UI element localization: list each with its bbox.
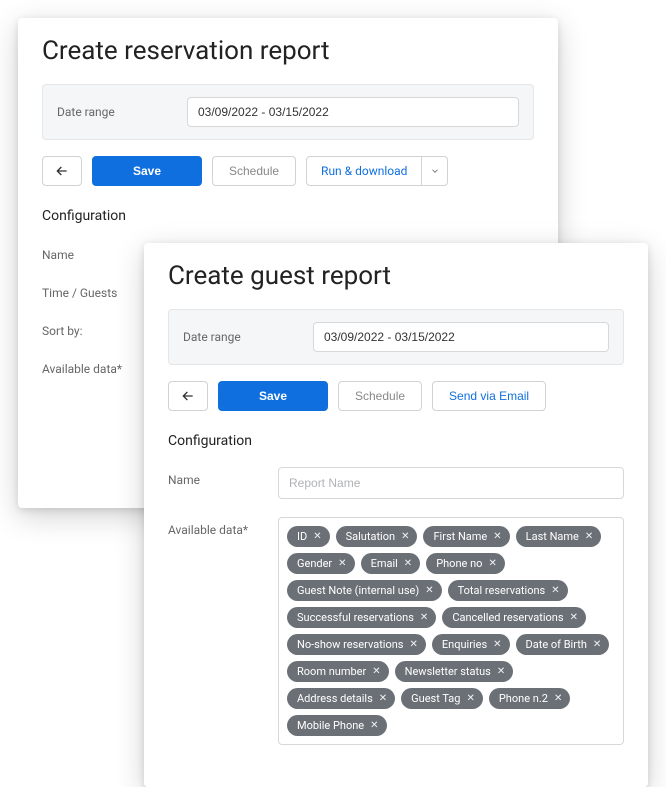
date-range-row: Date range [42,84,534,140]
data-chip[interactable]: Room number ✕ [287,661,389,682]
data-chip[interactable]: Guest Tag ✕ [401,688,483,709]
date-range-input[interactable] [187,97,519,127]
date-range-label: Date range [57,105,147,119]
back-button[interactable] [168,381,208,411]
chip-label: Mobile Phone [297,719,364,732]
page-title: Create guest report [168,261,624,291]
guest-report-panel: Create guest report Date range Save Sche… [144,243,648,787]
chip-label: Salutation [346,530,395,543]
chip-label: Phone no [436,557,482,570]
action-button-row: Save Schedule Run & download [42,156,534,186]
close-icon[interactable]: ✕ [493,639,501,650]
data-chip[interactable]: Guest Note (internal use) ✕ [287,580,442,601]
data-chip[interactable]: Total reservations ✕ [448,580,568,601]
time-guests-label: Time / Guests [42,280,132,300]
data-chip[interactable]: Salutation ✕ [336,526,418,547]
name-label: Name [168,467,258,487]
data-chip[interactable]: Address details ✕ [287,688,395,709]
send-email-button[interactable]: Send via Email [432,381,546,411]
date-range-row: Date range [168,309,624,365]
chip-label: Address details [297,692,373,705]
data-chip[interactable]: ID ✕ [287,526,330,547]
chip-label: Enquiries [442,638,487,651]
run-download-dropdown[interactable] [421,157,447,185]
chip-label: Room number [297,665,366,678]
close-icon[interactable]: ✕ [410,639,418,650]
back-button[interactable] [42,156,82,186]
run-download-split-button: Run & download [306,156,448,186]
data-chip[interactable]: Enquiries ✕ [432,634,510,655]
close-icon[interactable]: ✕ [554,693,562,704]
close-icon[interactable]: ✕ [338,558,346,569]
report-name-input[interactable] [278,467,624,499]
chip-label: Phone n.2 [499,692,548,705]
chip-label: Last Name [526,530,579,543]
date-range-label: Date range [183,330,273,344]
close-icon[interactable]: ✕ [420,612,428,623]
close-icon[interactable]: ✕ [570,612,578,623]
close-icon[interactable]: ✕ [372,666,380,677]
schedule-button[interactable]: Schedule [212,156,296,186]
close-icon[interactable]: ✕ [401,531,409,542]
close-icon[interactable]: ✕ [493,531,501,542]
page-title: Create reservation report [42,36,534,66]
chip-label: First Name [433,530,487,543]
close-icon[interactable]: ✕ [497,666,505,677]
close-icon[interactable]: ✕ [370,720,378,731]
arrow-left-icon [180,388,196,404]
close-icon[interactable]: ✕ [404,558,412,569]
data-chip[interactable]: No-show reservations ✕ [287,634,426,655]
configuration-heading: Configuration [42,208,534,224]
sort-by-label: Sort by: [42,318,132,338]
chip-label: Gender [297,557,332,570]
chip-label: Date of Birth [526,638,587,651]
close-icon[interactable]: ✕ [313,531,321,542]
available-data-label: Available data* [42,356,132,376]
chip-label: ID [297,530,307,543]
available-data-row: Available data* ID✕Salutation✕First Name… [168,517,624,745]
date-range-input[interactable] [313,322,609,352]
chip-label: No-show reservations [297,638,404,651]
arrow-left-icon [54,163,70,179]
configuration-heading: Configuration [168,433,624,449]
save-button[interactable]: Save [92,156,202,186]
chip-label: Successful reservations [297,611,414,624]
chip-label: Guest Tag [411,692,460,705]
chip-label: Guest Note (internal use) [297,584,419,597]
chip-label: Total reservations [458,584,546,597]
available-data-chips[interactable]: ID✕Salutation✕First Name✕Last Name✕Gende… [278,517,624,745]
data-chip[interactable]: Email ✕ [361,553,421,574]
data-chip[interactable]: Gender ✕ [287,553,355,574]
data-chip[interactable]: Date of Birth ✕ [516,634,610,655]
close-icon[interactable]: ✕ [585,531,593,542]
name-row: Name [168,467,624,499]
data-chip[interactable]: Phone n.2 ✕ [489,688,570,709]
data-chip[interactable]: Successful reservations ✕ [287,607,436,628]
close-icon[interactable]: ✕ [425,585,433,596]
action-button-row: Save Schedule Send via Email [168,381,624,411]
close-icon[interactable]: ✕ [466,693,474,704]
name-label: Name [42,242,132,262]
close-icon[interactable]: ✕ [593,639,601,650]
close-icon[interactable]: ✕ [379,693,387,704]
save-button[interactable]: Save [218,381,328,411]
data-chip[interactable]: Newsletter status ✕ [395,661,514,682]
run-download-button[interactable]: Run & download [307,157,421,185]
data-chip[interactable]: Phone no ✕ [426,553,505,574]
data-chip[interactable]: Last Name ✕ [516,526,602,547]
available-data-label: Available data* [168,517,258,537]
data-chip[interactable]: Mobile Phone ✕ [287,715,387,736]
data-chip[interactable]: First Name ✕ [423,526,509,547]
chip-label: Email [371,557,398,570]
chip-label: Cancelled reservations [452,611,563,624]
chip-label: Newsletter status [405,665,491,678]
data-chip[interactable]: Cancelled reservations ✕ [442,607,586,628]
schedule-button[interactable]: Schedule [338,381,422,411]
chevron-down-icon [430,166,440,176]
close-icon[interactable]: ✕ [551,585,559,596]
close-icon[interactable]: ✕ [488,558,496,569]
